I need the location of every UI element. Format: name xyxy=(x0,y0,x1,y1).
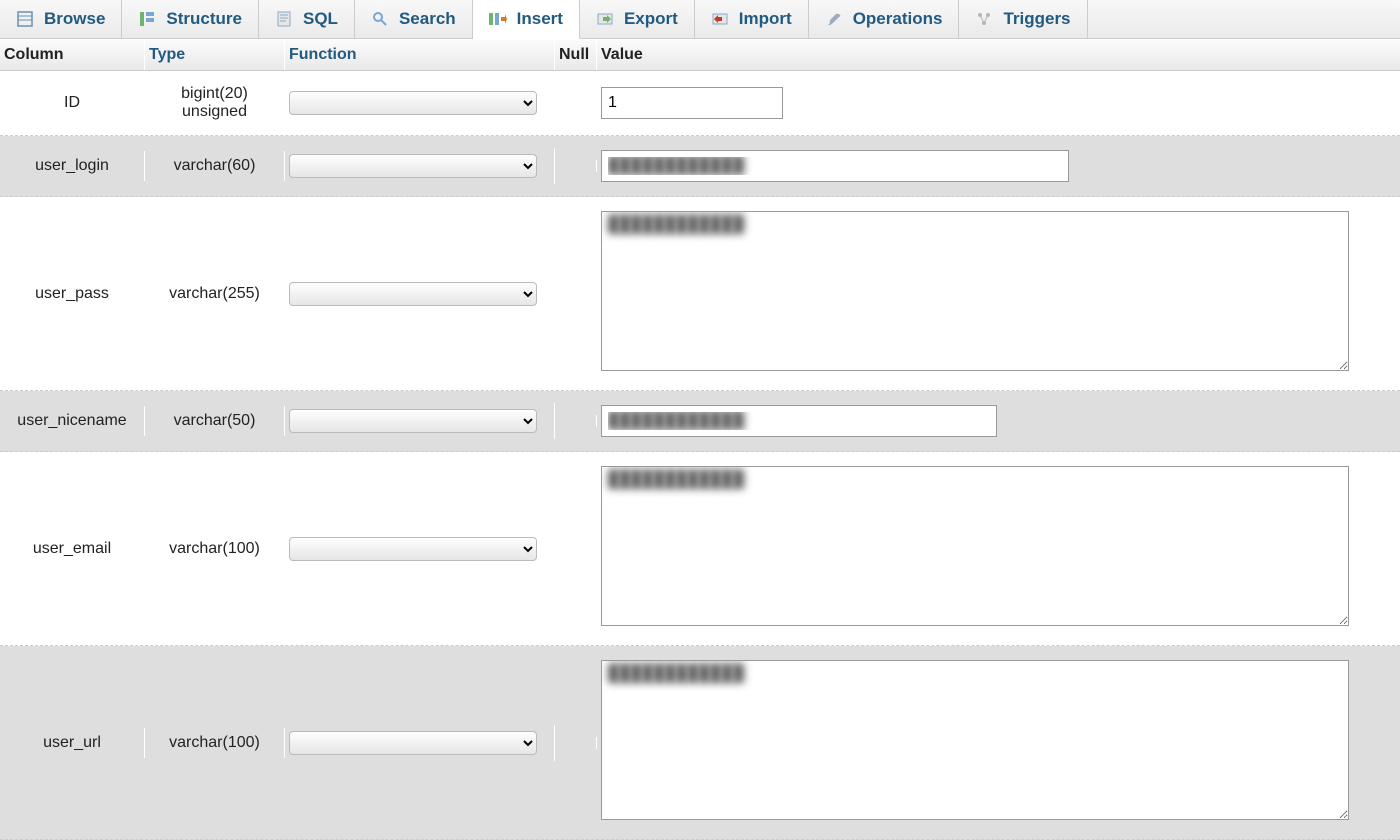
value-cell xyxy=(597,399,1400,443)
tab-label: Structure xyxy=(166,9,242,29)
column-type: varchar(100) xyxy=(145,534,285,564)
operations-icon xyxy=(825,10,843,28)
column-type: varchar(100) xyxy=(145,728,285,758)
function-cell xyxy=(285,276,555,312)
table-row: user_nicenamevarchar(50) xyxy=(0,391,1400,452)
value-cell xyxy=(597,654,1400,831)
tab-search[interactable]: Search xyxy=(355,0,473,38)
column-name: user_pass xyxy=(0,279,145,309)
value-input[interactable] xyxy=(601,466,1349,626)
value-input[interactable] xyxy=(601,87,783,119)
tab-bar: Browse Structure SQL Search Insert Expor… xyxy=(0,0,1400,39)
function-cell xyxy=(285,531,555,567)
value-cell xyxy=(597,144,1400,188)
tab-import[interactable]: Import xyxy=(695,0,809,38)
tab-label: SQL xyxy=(303,9,338,29)
structure-icon xyxy=(138,10,156,28)
null-cell xyxy=(555,97,597,109)
function-select[interactable] xyxy=(289,154,537,178)
header-function[interactable]: Function xyxy=(285,40,555,70)
null-cell xyxy=(555,543,597,555)
search-icon xyxy=(371,10,389,28)
tab-triggers[interactable]: Triggers xyxy=(959,0,1087,38)
export-icon xyxy=(596,10,614,28)
column-name: user_email xyxy=(0,534,145,564)
tab-sql[interactable]: SQL xyxy=(259,0,355,38)
table-row: user_urlvarchar(100) xyxy=(0,646,1400,840)
function-select[interactable] xyxy=(289,731,537,755)
tab-structure[interactable]: Structure xyxy=(122,0,259,38)
value-input[interactable] xyxy=(601,211,1349,371)
function-cell xyxy=(285,725,555,761)
value-input[interactable] xyxy=(601,660,1349,820)
table-row: user_passvarchar(255) xyxy=(0,197,1400,391)
column-type: varchar(60) xyxy=(145,151,285,181)
table-row: IDbigint(20) unsigned xyxy=(0,71,1400,136)
tab-label: Search xyxy=(399,9,456,29)
column-type: varchar(255) xyxy=(145,279,285,309)
null-cell xyxy=(555,288,597,300)
column-type: varchar(50) xyxy=(145,406,285,436)
browse-icon xyxy=(16,10,34,28)
null-cell xyxy=(555,737,597,749)
triggers-icon xyxy=(975,10,993,28)
header-type[interactable]: Type xyxy=(145,40,285,70)
tab-label: Export xyxy=(624,9,678,29)
function-select[interactable] xyxy=(289,409,537,433)
function-cell xyxy=(285,403,555,439)
tab-operations[interactable]: Operations xyxy=(809,0,960,38)
function-select[interactable] xyxy=(289,282,537,306)
header-null: Null xyxy=(555,40,597,70)
tab-label: Import xyxy=(739,9,792,29)
value-cell xyxy=(597,81,1400,125)
column-name: user_login xyxy=(0,151,145,181)
header-value: Value xyxy=(597,40,1400,70)
column-type: bigint(20) unsigned xyxy=(145,79,285,127)
sql-icon xyxy=(275,10,293,28)
tab-label: Operations xyxy=(853,9,943,29)
column-name: user_nicename xyxy=(0,406,145,436)
null-cell xyxy=(555,160,597,172)
insert-icon xyxy=(489,10,507,28)
value-input[interactable] xyxy=(601,405,997,437)
table-row: user_loginvarchar(60) xyxy=(0,136,1400,197)
value-cell xyxy=(597,205,1400,382)
function-cell xyxy=(285,148,555,184)
insert-form-rows: IDbigint(20) unsigneduser_loginvarchar(6… xyxy=(0,71,1400,840)
value-cell xyxy=(597,460,1400,637)
tab-browse[interactable]: Browse xyxy=(0,0,122,38)
function-select[interactable] xyxy=(289,537,537,561)
tab-insert[interactable]: Insert xyxy=(473,0,580,39)
tab-label: Browse xyxy=(44,9,105,29)
function-cell xyxy=(285,85,555,121)
null-cell xyxy=(555,415,597,427)
tab-export[interactable]: Export xyxy=(580,0,695,38)
import-icon xyxy=(711,10,729,28)
tab-label: Triggers xyxy=(1003,9,1070,29)
function-select[interactable] xyxy=(289,91,537,115)
table-row: user_emailvarchar(100) xyxy=(0,452,1400,646)
value-input[interactable] xyxy=(601,150,1069,182)
column-header-row: Column Type Function Null Value xyxy=(0,39,1400,71)
tab-label: Insert xyxy=(517,9,563,29)
column-name: ID xyxy=(0,88,145,118)
header-column: Column xyxy=(0,40,145,70)
column-name: user_url xyxy=(0,728,145,758)
